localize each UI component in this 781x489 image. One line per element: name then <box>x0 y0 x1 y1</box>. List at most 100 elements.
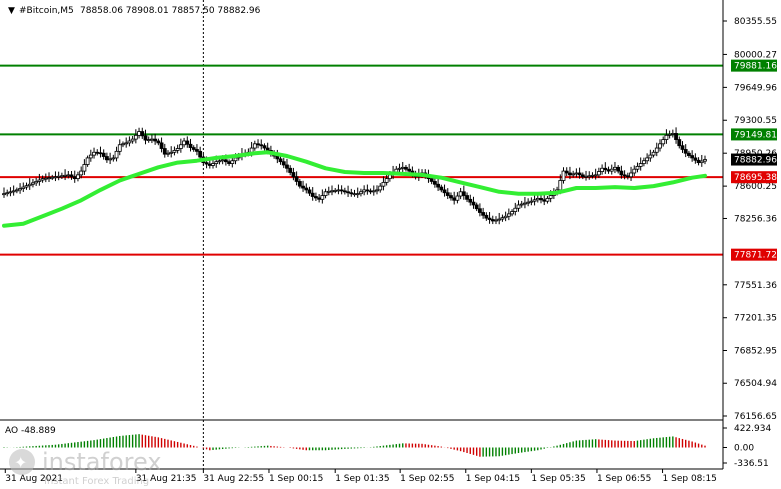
candle-body <box>471 201 476 206</box>
candle-body <box>297 181 302 187</box>
candle-body <box>445 192 450 196</box>
price-tick-label: 79649.96 <box>734 83 777 93</box>
price-tick-label: 79300.55 <box>734 116 777 126</box>
candle-body <box>259 144 264 147</box>
candle-body <box>513 207 518 212</box>
candle-body <box>53 176 58 179</box>
candle-body <box>461 191 466 196</box>
candle-body <box>651 151 656 156</box>
ohlc-values: 78858.06 78908.01 78857.50 78882.96 <box>80 6 261 16</box>
price-chart: 80355.5580000.2779649.9679300.5578950.26… <box>0 0 781 489</box>
candle-body <box>539 197 543 201</box>
candle-body <box>439 186 444 191</box>
current-price-label: 78882.96 <box>734 156 777 166</box>
time-tick-label: 1 Sep 00:15 <box>269 474 323 484</box>
candle-body <box>172 150 177 153</box>
candle-body <box>510 211 514 215</box>
level-label: 79881.16 <box>734 62 777 72</box>
candle-body <box>368 190 373 193</box>
candle-body <box>506 213 511 217</box>
candle-body <box>314 196 318 199</box>
candle-body <box>326 190 331 193</box>
candle-body <box>153 138 158 142</box>
candle-body <box>223 159 228 163</box>
candle-body <box>150 138 154 141</box>
candle-body <box>146 139 151 141</box>
candle-body <box>661 139 666 145</box>
candle-body <box>600 167 605 172</box>
candle-body <box>523 202 527 205</box>
candle-body <box>564 170 569 174</box>
candle-body <box>616 166 621 172</box>
candle-body <box>220 159 225 162</box>
candle-body <box>465 195 469 200</box>
candle-body <box>59 175 64 178</box>
chart-menu-icon[interactable]: ▼ <box>8 6 15 16</box>
candle-body <box>256 143 260 146</box>
candle-body <box>101 152 106 157</box>
candle-body <box>304 187 309 191</box>
candle-body <box>619 170 624 176</box>
time-tick-label: 31 Aug 22:55 <box>203 474 264 484</box>
candle-body <box>458 191 463 197</box>
candle-body <box>622 174 627 177</box>
candle-body <box>352 193 357 196</box>
candle-body <box>535 197 540 201</box>
candle-body <box>580 174 585 178</box>
candle-body <box>127 140 132 144</box>
level-label: 77871.72 <box>734 251 777 261</box>
candle-body <box>683 149 688 154</box>
candle-body <box>635 165 640 170</box>
candle-body <box>307 189 312 194</box>
time-tick-label: 1 Sep 02:55 <box>400 474 454 484</box>
candle-body <box>384 178 389 183</box>
candle-body <box>159 142 164 149</box>
candle-body <box>584 175 588 178</box>
candle-body <box>114 150 119 159</box>
candle-body <box>577 172 582 176</box>
ao-tick-label: 0.00 <box>734 443 754 453</box>
candle-body <box>346 191 350 194</box>
candle-body <box>587 175 592 178</box>
svg-text:instaforex: instaforex <box>42 448 162 476</box>
candle-body <box>436 183 441 188</box>
candle-body <box>111 157 116 160</box>
time-tick-label: 1 Sep 06:55 <box>597 474 651 484</box>
candle-body <box>21 186 26 189</box>
candle-body <box>519 203 524 206</box>
candle-body <box>31 182 35 185</box>
candle-body <box>648 154 653 159</box>
candle-body <box>50 176 55 179</box>
candle-body <box>156 140 161 144</box>
candle-body <box>285 164 289 169</box>
candle-body <box>72 176 77 180</box>
candle-body <box>47 177 51 180</box>
candle-body <box>130 138 135 142</box>
candle-body <box>204 162 209 165</box>
candle-body <box>571 173 576 176</box>
candle-body <box>162 148 167 155</box>
candle-body <box>8 191 13 194</box>
candle-body <box>69 174 74 178</box>
candle-body <box>500 217 505 220</box>
candle-body <box>214 161 219 164</box>
price-tick-label: 77201.35 <box>734 314 777 324</box>
candle-body <box>233 157 238 162</box>
candle-body <box>490 219 495 222</box>
candle-body <box>670 133 675 135</box>
candle-body <box>108 158 113 161</box>
price-tick-label: 76852.95 <box>734 346 777 356</box>
candle-body <box>342 190 347 193</box>
candle-body <box>474 204 479 210</box>
time-tick-label: 1 Sep 08:15 <box>663 474 717 484</box>
candle-body <box>590 174 595 177</box>
svg-text:Instant Forex Trading: Instant Forex Trading <box>44 476 149 487</box>
candle-body <box>63 174 67 177</box>
candle-body <box>407 168 412 172</box>
candle-body <box>85 157 90 165</box>
candle-body <box>378 185 383 191</box>
candle-body <box>262 145 267 149</box>
candle-body <box>449 195 453 199</box>
level-label: 79149.81 <box>734 130 777 140</box>
candle-body <box>43 177 48 180</box>
